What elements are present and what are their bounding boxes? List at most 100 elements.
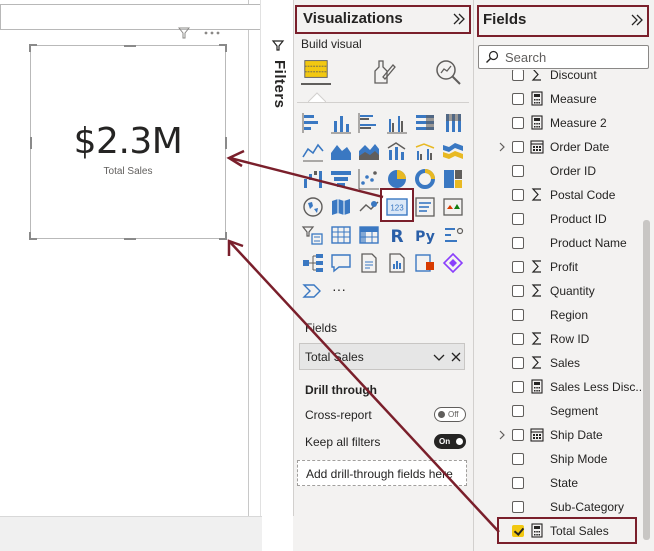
field-item-measure[interactable]: Measure (478, 87, 642, 111)
clustered-column-chart-icon[interactable] (385, 111, 409, 135)
format-visual-icon[interactable] (369, 57, 399, 87)
field-item-order-date[interactable]: Order Date (478, 135, 642, 159)
field-item-ship-date[interactable]: Ship Date (478, 423, 642, 447)
smart-narrative-icon[interactable] (357, 251, 381, 275)
field-checkbox[interactable] (512, 213, 524, 225)
field-item-ship-mode[interactable]: Ship Mode (478, 447, 642, 471)
collapse-chevrons-icon[interactable] (629, 12, 645, 28)
stacked-column-chart-icon[interactable] (329, 111, 353, 135)
resize-handle-bottom-left[interactable] (29, 232, 37, 240)
resize-handle-top[interactable] (124, 45, 136, 47)
key-influencers-icon[interactable] (441, 223, 465, 247)
field-item-sub-category[interactable]: Sub-Category (478, 495, 642, 519)
resize-handle-right[interactable] (225, 137, 227, 149)
more-visuals-ellipsis[interactable]: ··· (329, 279, 353, 303)
paginated-report-icon[interactable] (385, 251, 409, 275)
field-checkbox[interactable] (512, 309, 524, 321)
fields-scrollbar[interactable] (643, 220, 650, 540)
field-item-measure-2[interactable]: Measure 2 (478, 111, 642, 135)
field-item-state[interactable]: State (478, 471, 642, 495)
chevron-right-icon[interactable] (498, 430, 506, 440)
pie-chart-icon[interactable] (385, 167, 409, 191)
cross-report-toggle[interactable]: Off (434, 407, 466, 422)
field-checkbox[interactable] (512, 453, 524, 465)
fields-search-box[interactable] (478, 45, 649, 69)
field-checkbox[interactable] (512, 117, 524, 129)
field-checkbox[interactable] (512, 477, 524, 489)
field-checkbox[interactable] (512, 70, 524, 81)
kpi-icon[interactable] (441, 195, 465, 219)
100-stacked-bar-chart-icon[interactable] (413, 111, 437, 135)
100-stacked-column-chart-icon[interactable] (441, 111, 465, 135)
azure-map-icon[interactable] (357, 195, 381, 219)
scatter-chart-icon[interactable] (357, 167, 381, 191)
stacked-area-chart-icon[interactable] (357, 139, 381, 163)
field-item-product-name[interactable]: Product Name (478, 231, 642, 255)
power-automate-icon[interactable] (441, 251, 465, 275)
field-item-row-id[interactable]: Row ID (478, 327, 642, 351)
card-visual[interactable]: $2.3M Total Sales (29, 44, 227, 240)
matrix-icon[interactable] (357, 223, 381, 247)
field-checkbox[interactable] (512, 285, 524, 297)
decomposition-tree-icon[interactable] (301, 251, 325, 275)
field-checkbox[interactable] (512, 165, 524, 177)
chevron-right-icon[interactable] (498, 142, 506, 152)
field-item-region[interactable]: Region (478, 303, 642, 327)
line-and-clustered-column-icon[interactable] (413, 139, 437, 163)
filters-label[interactable]: Filters (266, 60, 288, 120)
resize-handle-top-left[interactable] (29, 44, 37, 52)
get-more-visuals-icon[interactable] (301, 279, 325, 303)
filter-icon[interactable] (178, 27, 191, 39)
field-checkbox[interactable] (512, 141, 524, 153)
map-icon[interactable] (301, 195, 325, 219)
collapse-chevrons-icon[interactable] (451, 11, 467, 27)
search-input[interactable] (505, 49, 645, 65)
ribbon-chart-icon[interactable] (441, 139, 465, 163)
resize-handle-bottom-right[interactable] (219, 232, 227, 240)
expand-filters-icon[interactable] (271, 38, 285, 52)
filled-map-icon[interactable] (329, 195, 353, 219)
field-checkbox[interactable] (512, 237, 524, 249)
power-apps-icon[interactable] (413, 251, 437, 275)
keep-all-filters-toggle[interactable]: On (434, 434, 466, 449)
r-visual-icon[interactable]: R (385, 223, 409, 247)
line-and-stacked-column-icon[interactable] (385, 139, 409, 163)
field-item-discount[interactable]: Discount (478, 70, 642, 87)
stacked-bar-chart-icon[interactable] (301, 111, 325, 135)
more-options-icon[interactable] (204, 31, 220, 35)
waterfall-chart-icon[interactable] (301, 167, 325, 191)
field-item-order-id[interactable]: Order ID (478, 159, 642, 183)
qa-visual-icon[interactable] (329, 251, 353, 275)
field-checkbox[interactable] (512, 381, 524, 393)
python-visual-icon[interactable]: Py (413, 223, 437, 247)
field-item-quantity[interactable]: Quantity (478, 279, 642, 303)
top-dropdown[interactable] (0, 4, 287, 30)
field-item-sales[interactable]: Sales (478, 351, 642, 375)
chevron-down-icon[interactable] (433, 351, 445, 363)
multi-row-card-icon[interactable] (413, 195, 437, 219)
field-checkbox[interactable] (512, 429, 524, 441)
resize-handle-bottom[interactable] (124, 238, 136, 240)
table-icon[interactable] (329, 223, 353, 247)
field-item-sales-less-disc[interactable]: Sales Less Disc... (478, 375, 642, 399)
close-icon[interactable] (450, 351, 462, 363)
field-checkbox[interactable] (512, 333, 524, 345)
field-item-product-id[interactable]: Product ID (478, 207, 642, 231)
slicer-icon[interactable] (301, 223, 325, 247)
card-visual-icon[interactable]: 123 (385, 195, 409, 219)
resize-handle-top-right[interactable] (219, 44, 227, 52)
field-checkbox[interactable] (512, 189, 524, 201)
field-checkbox[interactable] (512, 405, 524, 417)
field-checkbox[interactable] (512, 501, 524, 513)
funnel-chart-icon[interactable] (329, 167, 353, 191)
field-item-postal-code[interactable]: Postal Code (478, 183, 642, 207)
field-item-profit[interactable]: Profit (478, 255, 642, 279)
clustered-bar-chart-icon[interactable] (357, 111, 381, 135)
field-checkbox[interactable] (512, 93, 524, 105)
field-checkbox[interactable] (512, 261, 524, 273)
drill-through-drop-zone[interactable]: Add drill-through fields here (297, 460, 467, 486)
field-checkbox[interactable] (512, 357, 524, 369)
analytics-icon[interactable] (433, 57, 463, 87)
field-well-value[interactable]: Total Sales (299, 343, 465, 370)
treemap-icon[interactable] (441, 167, 465, 191)
